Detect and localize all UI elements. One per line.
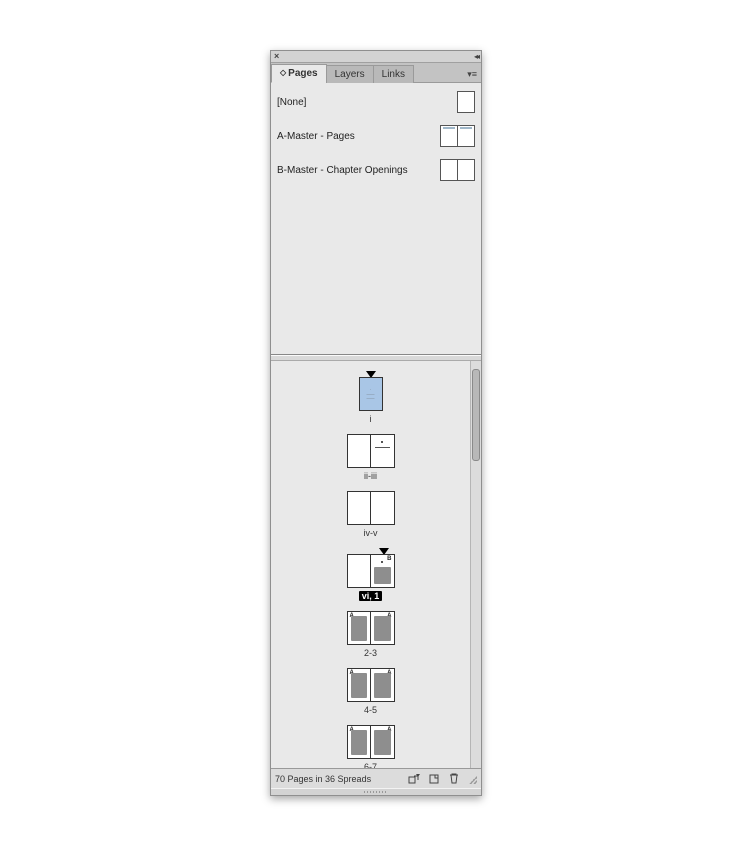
spread-ii-iii[interactable]: ii-iii bbox=[347, 434, 395, 481]
page-i[interactable]: ·———— bbox=[359, 377, 383, 411]
page-1[interactable]: B bbox=[371, 554, 395, 588]
tab-pages-label: Pages bbox=[288, 68, 317, 79]
spread-i[interactable]: ·———— i bbox=[359, 371, 383, 424]
spread-4-5[interactable]: A A 4-5 bbox=[347, 668, 395, 715]
panel-menu-icon[interactable]: ▾≡ bbox=[463, 67, 481, 82]
spread-2-3-label: 2-3 bbox=[364, 648, 377, 658]
delete-page-icon[interactable] bbox=[447, 772, 461, 786]
scrollbar-thumb[interactable] bbox=[472, 369, 480, 461]
page-6[interactable]: A bbox=[347, 725, 371, 759]
pages-list: ·———— i ii-iii bbox=[271, 361, 470, 768]
page-i-content: ·———— bbox=[367, 388, 375, 400]
spread-i-label: i bbox=[370, 414, 372, 424]
page-4[interactable]: A bbox=[347, 668, 371, 702]
masters-section: [None] A-Master - Pages B-Master - Chapt… bbox=[271, 83, 481, 355]
tab-layers[interactable]: Layers bbox=[326, 65, 374, 83]
panel-footer: 70 Pages in 36 Spreads bbox=[271, 768, 481, 788]
master-b-label: B-Master - Chapter Openings bbox=[277, 165, 408, 176]
page-v[interactable] bbox=[371, 491, 395, 525]
close-icon[interactable]: × bbox=[274, 52, 279, 61]
page-vi[interactable] bbox=[347, 554, 371, 588]
pages-scrollbar[interactable] bbox=[470, 361, 481, 768]
edit-page-size-icon[interactable] bbox=[407, 772, 421, 786]
pages-section: ·———— i ii-iii bbox=[271, 361, 481, 768]
page-7[interactable]: A bbox=[371, 725, 395, 759]
page-5[interactable]: A bbox=[371, 668, 395, 702]
spread-6-7-label: 6-7 bbox=[364, 762, 377, 768]
page-1-master-tag: B bbox=[387, 556, 391, 562]
tab-links-label: Links bbox=[382, 69, 405, 80]
master-none-thumb[interactable] bbox=[457, 91, 475, 113]
spread-vi-1-label: vi, 1 bbox=[359, 591, 383, 601]
page-2[interactable]: A bbox=[347, 611, 371, 645]
spread-iv-v-label: iv-v bbox=[364, 528, 378, 538]
spread-4-5-label: 4-5 bbox=[364, 705, 377, 715]
master-none-label: [None] bbox=[277, 97, 306, 108]
page-iii[interactable] bbox=[371, 434, 395, 468]
spread-ii-iii-label: ii-iii bbox=[364, 471, 377, 481]
page-ii[interactable] bbox=[347, 434, 371, 468]
master-a-label: A-Master - Pages bbox=[277, 131, 355, 142]
master-b-row[interactable]: B-Master - Chapter Openings bbox=[277, 159, 475, 181]
resize-grip-icon[interactable] bbox=[467, 774, 477, 784]
master-a-thumb[interactable] bbox=[440, 125, 475, 147]
spread-2-3[interactable]: A A 2-3 bbox=[347, 611, 395, 658]
collapse-icon[interactable]: ◂◂ bbox=[474, 52, 478, 61]
footer-status: 70 Pages in 36 Spreads bbox=[275, 774, 371, 784]
new-page-icon[interactable] bbox=[427, 772, 441, 786]
spread-vi-1[interactable]: B vi, 1 bbox=[347, 548, 395, 601]
page-3[interactable]: A bbox=[371, 611, 395, 645]
master-a-row[interactable]: A-Master - Pages bbox=[277, 125, 475, 147]
panel-tabs: ◇Pages Layers Links ▾≡ bbox=[271, 63, 481, 83]
tab-links[interactable]: Links bbox=[373, 65, 414, 83]
tab-layers-label: Layers bbox=[335, 69, 365, 80]
panel-titlebar[interactable]: × ◂◂ bbox=[271, 51, 481, 63]
bottom-resize-grip[interactable] bbox=[271, 788, 481, 795]
pages-sort-icon: ◇ bbox=[280, 68, 286, 77]
spread-6-7[interactable]: A A 6-7 bbox=[347, 725, 395, 768]
spread-iv-v[interactable]: iv-v bbox=[347, 491, 395, 538]
pages-panel: × ◂◂ ◇Pages Layers Links ▾≡ [None] A-Mas… bbox=[270, 50, 482, 796]
master-b-thumb[interactable] bbox=[440, 159, 475, 181]
master-none-row[interactable]: [None] bbox=[277, 91, 475, 113]
tab-pages[interactable]: ◇Pages bbox=[271, 64, 327, 83]
page-iv[interactable] bbox=[347, 491, 371, 525]
